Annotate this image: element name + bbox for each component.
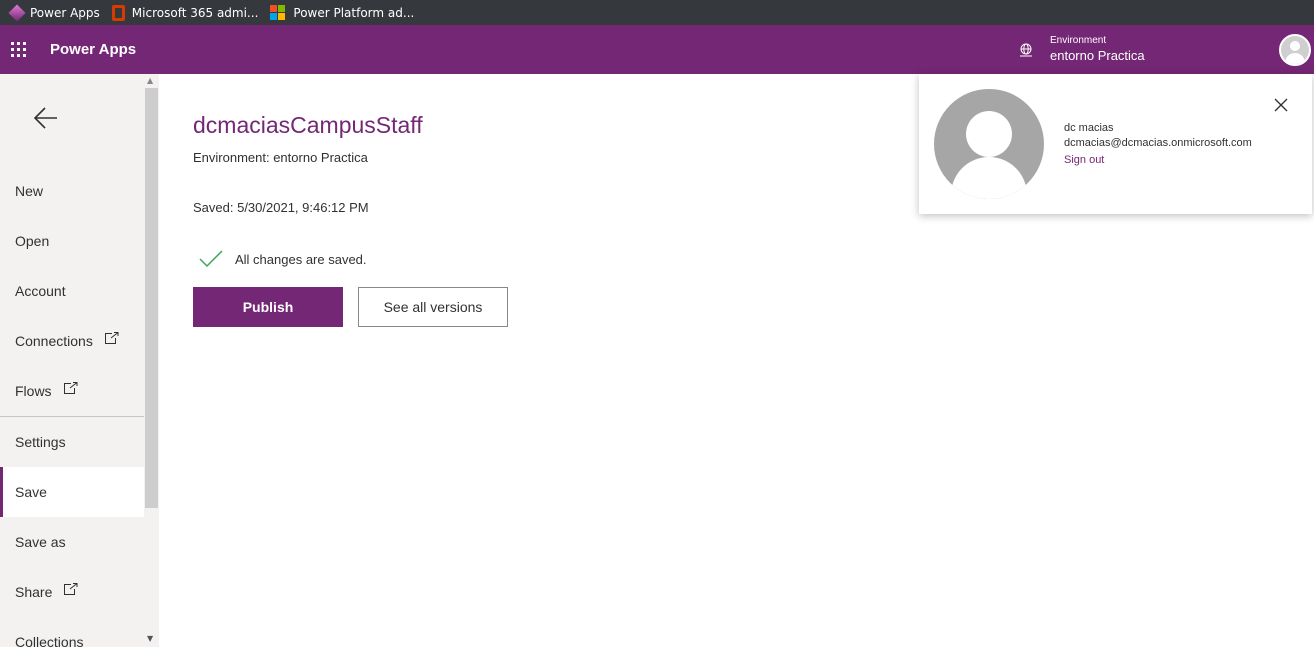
see-all-versions-button[interactable]: See all versions	[358, 287, 508, 327]
nav-item-save[interactable]: Save	[0, 467, 144, 517]
nav-item-label: Connections	[15, 333, 93, 349]
app-launcher-button[interactable]	[0, 25, 36, 74]
account-name: dc macias	[1064, 122, 1114, 134]
external-link-icon	[104, 332, 119, 344]
environment-picker[interactable]: Environment entorno Practica	[1018, 25, 1145, 74]
saved-timestamp: Saved: 5/30/2021, 9:46:12 PM	[193, 200, 369, 215]
app-title[interactable]: Power Apps	[50, 41, 136, 58]
nav-item-label: Settings	[15, 434, 66, 450]
bookmark-power-platform-admin[interactable]: Power Platform ad...	[270, 4, 415, 21]
account-avatar-button[interactable]	[1279, 34, 1311, 66]
sign-out-link[interactable]: Sign out	[1064, 154, 1104, 166]
bookmarks-bar: Power Apps Microsoft 365 admi... Power P…	[0, 0, 1314, 25]
nav-item-label: Share	[15, 584, 53, 600]
environment-name: entorno Practica	[1050, 47, 1145, 63]
nav-item-label: Save as	[15, 534, 66, 550]
close-icon[interactable]	[1273, 97, 1289, 113]
bookmark-label: Power Apps	[30, 5, 100, 20]
nav-item-flows[interactable]: Flows	[0, 366, 144, 416]
page-title: dcmaciasCampusStaff	[193, 112, 423, 138]
checkmark-icon	[199, 250, 223, 268]
office-icon	[111, 4, 125, 21]
nav-item-label: Account	[15, 283, 66, 299]
nav-item-label: New	[15, 183, 44, 199]
backstage-nav: New Open Account Connections Flows Setti…	[0, 74, 144, 650]
scroll-down-icon[interactable]: ▼	[147, 634, 153, 643]
scroll-thumb[interactable]	[145, 88, 158, 508]
nav-item-label: Flows	[15, 383, 52, 399]
scroll-up-icon[interactable]: ▲	[147, 76, 153, 85]
globe-icon	[1020, 43, 1032, 56]
back-arrow-icon[interactable]	[32, 104, 60, 132]
nav-scrollbar[interactable]: ▲ ▼	[144, 74, 159, 647]
power-apps-icon	[8, 4, 26, 21]
nav-item-connections[interactable]: Connections	[0, 316, 144, 366]
account-flyout: dc macias dcmacias@dcmacias.onmicrosoft.…	[919, 74, 1312, 214]
waffle-icon	[11, 42, 26, 57]
nav-item-save-as[interactable]: Save as	[0, 517, 144, 567]
bookmark-power-apps[interactable]: Power Apps	[8, 4, 100, 21]
external-link-icon	[63, 382, 78, 394]
nav-item-account[interactable]: Account	[0, 266, 144, 316]
nav-item-share[interactable]: Share	[0, 567, 144, 617]
nav-item-collections[interactable]: Collections	[0, 617, 144, 667]
bookmark-microsoft-365-admin[interactable]: Microsoft 365 admi...	[111, 4, 259, 21]
bookmark-label: Microsoft 365 admi...	[131, 5, 259, 20]
microsoft-logo-icon	[270, 4, 286, 21]
save-status-text: All changes are saved.	[235, 251, 367, 267]
nav-item-label: Collections	[15, 634, 84, 650]
account-avatar	[934, 89, 1044, 199]
nav-item-open[interactable]: Open	[0, 216, 144, 266]
environment-info: Environment: entorno Practica	[193, 150, 368, 165]
app-header: Power Apps Environment entorno Practica	[0, 25, 1314, 74]
environment-label: Environment	[1050, 34, 1107, 46]
nav-item-new[interactable]: New	[0, 166, 144, 216]
publish-button[interactable]: Publish	[193, 287, 343, 327]
save-status: All changes are saved.	[199, 249, 367, 269]
account-email: dcmacias@dcmacias.onmicrosoft.com	[1064, 137, 1252, 149]
nav-item-label: Save	[15, 484, 47, 500]
nav-item-settings[interactable]: Settings	[0, 417, 144, 467]
bookmark-label: Power Platform ad...	[293, 5, 415, 20]
nav-item-label: Open	[15, 233, 50, 249]
external-link-icon	[64, 583, 78, 595]
